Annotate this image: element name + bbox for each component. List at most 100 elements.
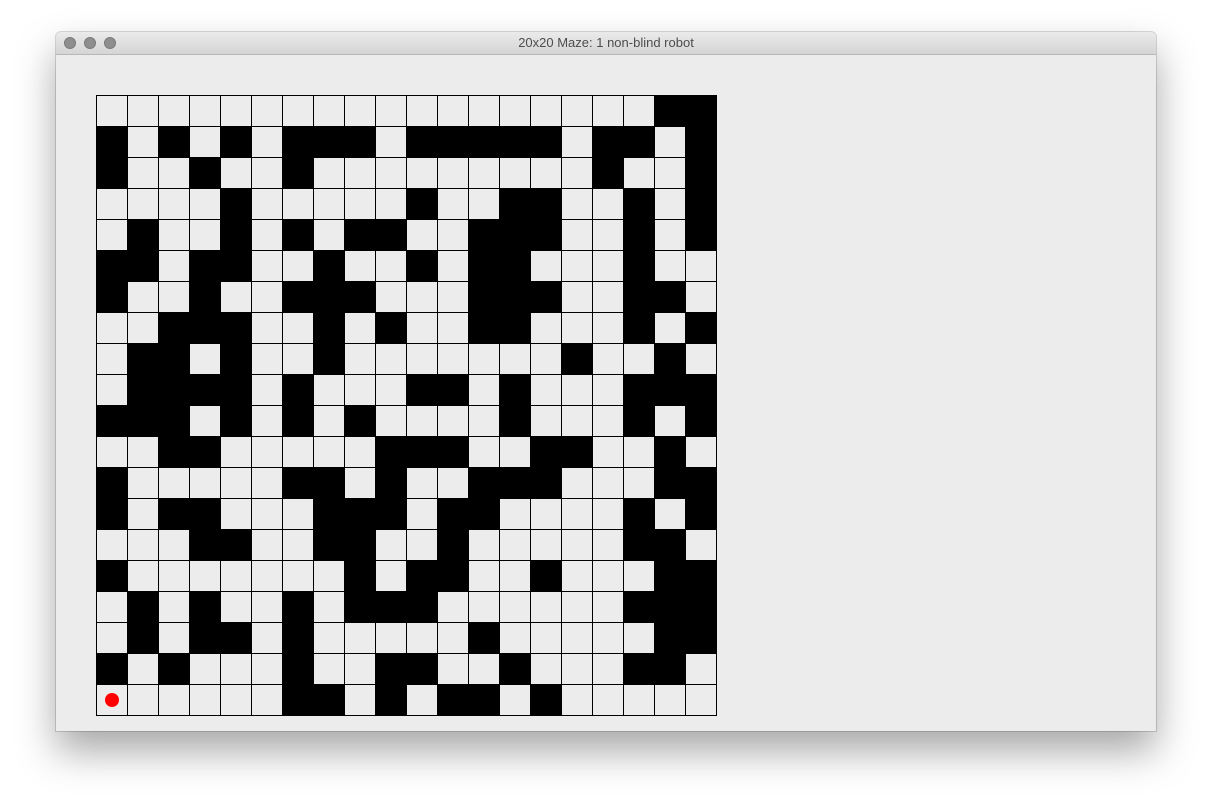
maze-wall-cell <box>438 375 469 406</box>
maze-open-cell <box>314 406 345 437</box>
maze-open-cell <box>97 685 128 716</box>
maze-open-cell <box>562 220 593 251</box>
maze-wall-cell <box>500 251 531 282</box>
maze-wall-cell <box>190 375 221 406</box>
maze-open-cell <box>531 96 562 127</box>
maze-open-cell <box>593 282 624 313</box>
maze-wall-cell <box>469 623 500 654</box>
maze-open-cell <box>252 96 283 127</box>
maze-open-cell <box>593 623 624 654</box>
maze-open-cell <box>531 530 562 561</box>
maze-wall-cell <box>190 623 221 654</box>
maze-open-cell <box>97 592 128 623</box>
maze-wall-cell <box>221 375 252 406</box>
maze-wall-cell <box>686 158 717 189</box>
maze-open-cell <box>252 654 283 685</box>
maze-wall-cell <box>97 251 128 282</box>
maze-open-cell <box>97 530 128 561</box>
maze-open-cell <box>531 313 562 344</box>
maze-wall-cell <box>190 158 221 189</box>
maze-open-cell <box>128 685 159 716</box>
maze-wall-cell <box>624 189 655 220</box>
maze-wall-cell <box>221 189 252 220</box>
maze-wall-cell <box>283 127 314 158</box>
maze-open-cell <box>469 592 500 623</box>
maze-open-cell <box>314 220 345 251</box>
maze-open-cell <box>438 251 469 282</box>
maze-wall-cell <box>345 406 376 437</box>
maze-open-cell <box>128 530 159 561</box>
maze-open-cell <box>469 158 500 189</box>
maze-open-cell <box>190 127 221 158</box>
maze-wall-cell <box>624 499 655 530</box>
maze-wall-cell <box>531 685 562 716</box>
maze-wall-cell <box>531 468 562 499</box>
maze-wall-cell <box>500 220 531 251</box>
maze-open-cell <box>252 499 283 530</box>
maze-wall-cell <box>469 685 500 716</box>
maze-wall-cell <box>655 623 686 654</box>
maze-wall-cell <box>221 313 252 344</box>
maze-wall-cell <box>469 251 500 282</box>
maze-open-cell <box>655 158 686 189</box>
maze-open-cell <box>283 499 314 530</box>
maze-open-cell <box>345 189 376 220</box>
maze-open-cell <box>655 251 686 282</box>
maze-open-cell <box>190 685 221 716</box>
maze-open-cell <box>190 189 221 220</box>
maze-wall-cell <box>314 251 345 282</box>
maze-open-cell <box>314 96 345 127</box>
maze-open-cell <box>593 561 624 592</box>
maze-open-cell <box>252 344 283 375</box>
maze-wall-cell <box>345 282 376 313</box>
maze-wall-cell <box>314 530 345 561</box>
maze-open-cell <box>438 96 469 127</box>
maze-open-cell <box>159 189 190 220</box>
maze-wall-cell <box>686 220 717 251</box>
maze-wall-cell <box>128 375 159 406</box>
maze-open-cell <box>97 437 128 468</box>
maze-wall-cell <box>345 127 376 158</box>
maze-wall-cell <box>624 654 655 685</box>
maze-open-cell <box>128 189 159 220</box>
maze-open-cell <box>252 623 283 654</box>
maze-wall-cell <box>314 685 345 716</box>
maze-open-cell <box>593 499 624 530</box>
maze-open-cell <box>252 468 283 499</box>
maze-open-cell <box>438 158 469 189</box>
maze-open-cell <box>252 127 283 158</box>
maze-wall-cell <box>221 220 252 251</box>
title-bar[interactable]: 20x20 Maze: 1 non-blind robot <box>56 32 1156 55</box>
maze-open-cell <box>252 282 283 313</box>
maze-open-cell <box>469 530 500 561</box>
maze-open-cell <box>407 313 438 344</box>
maze-open-cell <box>593 468 624 499</box>
maze-open-cell <box>283 313 314 344</box>
maze-wall-cell <box>407 189 438 220</box>
maze-open-cell <box>345 437 376 468</box>
maze-wall-cell <box>686 96 717 127</box>
maze-wall-cell <box>283 406 314 437</box>
maze-open-cell <box>252 158 283 189</box>
maze-wall-cell <box>469 282 500 313</box>
maze-open-cell <box>407 685 438 716</box>
maze-wall-cell <box>655 344 686 375</box>
maze-open-cell <box>221 96 252 127</box>
maze-wall-cell <box>500 189 531 220</box>
maze-wall-cell <box>221 623 252 654</box>
maze-wall-cell <box>221 251 252 282</box>
maze-open-cell <box>221 654 252 685</box>
maze-open-cell <box>128 313 159 344</box>
maze-open-cell <box>376 189 407 220</box>
maze-open-cell <box>562 561 593 592</box>
maze-open-cell <box>128 282 159 313</box>
maze-wall-cell <box>624 127 655 158</box>
maze-wall-cell <box>624 406 655 437</box>
maze-wall-cell <box>190 437 221 468</box>
maze-open-cell <box>314 437 345 468</box>
maze-open-cell <box>500 437 531 468</box>
maze-open-cell <box>159 561 190 592</box>
maze-open-cell <box>469 96 500 127</box>
maze-open-cell <box>159 282 190 313</box>
maze-wall-cell <box>221 406 252 437</box>
